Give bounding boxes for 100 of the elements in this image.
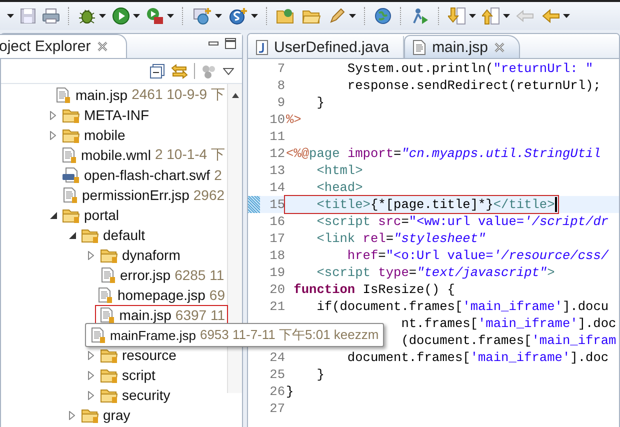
code-line: <html>: [316, 163, 363, 178]
folder-icon[interactable]: [302, 8, 322, 24]
code-line: }: [316, 367, 324, 382]
line-number: 27: [268, 401, 286, 416]
view-menu-icon[interactable]: [223, 68, 234, 74]
line-number: 19: [268, 265, 286, 280]
line-number: 18: [268, 248, 286, 263]
tree-item[interactable]: main.jsp 6397 11: [96, 306, 227, 324]
dropdown-caret-icon[interactable]: [167, 14, 174, 18]
code-line: href="<o:Url value='/resource/css/: [346, 248, 609, 263]
code-line: <script src="<ww:url value='/script/dr: [316, 214, 609, 229]
run-toolbox-icon[interactable]: [146, 7, 164, 25]
code-line: (document.frames['main_ifram: [401, 333, 616, 348]
code-line: <script type="text/javascript">: [316, 265, 555, 280]
tree-item[interactable]: homepage.jsp 69: [94, 286, 227, 304]
collapse-all-icon[interactable]: [150, 64, 165, 78]
tree-item[interactable]: error.jsp 6285 11: [97, 266, 226, 284]
dropdown-caret-icon[interactable]: [503, 14, 510, 18]
line-number: 8: [276, 78, 286, 93]
folder-icon: [62, 208, 80, 222]
line-number: 25: [268, 367, 286, 382]
java-file-icon: [256, 40, 268, 54]
flash-file-icon: [62, 167, 80, 183]
expanded-arrow-icon[interactable]: [50, 212, 56, 218]
file-icon: [99, 307, 116, 323]
dropdown-caret-icon[interactable]: [251, 14, 258, 18]
close-icon[interactable]: [494, 42, 505, 52]
collapsed-arrow-icon[interactable]: [50, 110, 56, 120]
dropdown-caret-icon[interactable]: [215, 14, 222, 18]
file-icon: [90, 327, 106, 343]
tree-item[interactable]: permissionErr.jsp 2962: [59, 186, 227, 204]
code-line: response.sendRedirect(returnUrl);: [346, 78, 601, 93]
tree-item[interactable]: mobile: [59, 126, 128, 144]
code-line: <head>: [316, 180, 363, 195]
editor-tab[interactable]: UserDefined.java: [248, 36, 404, 58]
line-number: 11: [268, 129, 286, 144]
scroll-up-icon[interactable]: [232, 93, 238, 98]
tree-item[interactable]: script: [97, 366, 158, 384]
tree-item[interactable]: open-flash-chart.swf 2: [59, 166, 224, 184]
collapsed-arrow-icon[interactable]: [50, 130, 56, 140]
code-line: <%@page import="cn.myapps.util.StringUtil: [286, 146, 601, 161]
maximize-icon[interactable]: [225, 38, 236, 48]
expanded-arrow-icon[interactable]: [68, 232, 76, 238]
file-icon: [97, 287, 114, 303]
code-line: System.out.println("returnUrl: ": [346, 61, 594, 76]
code-line: }: [286, 384, 294, 399]
link-arrows-icon[interactable]: [171, 64, 188, 78]
line-number: 10: [268, 112, 286, 127]
s-circle-icon[interactable]: [228, 7, 248, 25]
tree-item[interactable]: mobile.wml 2 10-1-4 下: [58, 145, 227, 165]
line-number: 16: [268, 214, 286, 229]
folder-icon: [62, 108, 80, 122]
pen-icon[interactable]: [328, 7, 346, 25]
file-icon: [55, 87, 72, 103]
collapsed-arrow-icon[interactable]: [88, 370, 94, 380]
folder-icon: [100, 388, 118, 402]
print-icon[interactable]: [42, 8, 60, 24]
editor-tab[interactable]: main.jsp: [404, 35, 520, 58]
tree-item[interactable]: default: [78, 226, 148, 244]
tree-item[interactable]: META-INF: [59, 106, 152, 124]
line-number: 7: [276, 61, 286, 76]
globe-icon[interactable]: [374, 7, 392, 25]
folder-icon: [100, 348, 118, 362]
code-line: document.frames['main_iframe'].doc: [346, 350, 609, 365]
file-icon: [60, 147, 77, 163]
tree-item[interactable]: resource: [97, 346, 178, 364]
code-line: if(document.frames['main_iframe'].docu: [316, 299, 609, 314]
collapsed-arrow-icon[interactable]: [69, 410, 75, 420]
collapsed-arrow-icon[interactable]: [88, 350, 94, 360]
run-icon[interactable]: [112, 7, 130, 25]
open-folder-icon[interactable]: [276, 8, 296, 24]
save-icon[interactable]: [20, 8, 36, 24]
collapsed-arrow-icon[interactable]: [88, 390, 94, 400]
line-number: 9: [276, 95, 286, 110]
dots-icon[interactable]: [201, 64, 217, 78]
close-icon[interactable]: [96, 41, 108, 52]
dropdown-caret-icon[interactable]: [133, 14, 140, 18]
tree-item[interactable]: main.jsp 2461 10-9-9 下: [52, 85, 227, 105]
change-marker: [248, 196, 260, 213]
line-number: 12: [268, 146, 286, 161]
tree-item[interactable]: gray: [78, 406, 132, 424]
bug-icon[interactable]: [78, 7, 96, 25]
dropdown-caret-icon[interactable]: [349, 14, 356, 18]
tree-item[interactable]: portal: [59, 206, 122, 224]
line-number: 20: [268, 282, 286, 297]
person-run-icon[interactable]: [410, 7, 430, 25]
line-number: 15: [268, 197, 286, 212]
code-line: nt.frames['main_iframe'].doc: [401, 316, 616, 331]
dropdown-caret-icon[interactable]: [563, 14, 570, 18]
code-line: }: [316, 95, 324, 110]
tree-item[interactable]: security: [97, 386, 172, 404]
code-line: function IsResize() {: [292, 282, 455, 297]
tree-item[interactable]: dynaform: [97, 246, 182, 264]
collapsed-arrow-icon[interactable]: [88, 250, 94, 260]
code-line: <title>{*[page.title]*}</title>: [286, 197, 557, 212]
view-tab[interactable]: oject Explorer: [0, 34, 127, 58]
dropdown-caret-icon[interactable]: [7, 14, 14, 18]
dropdown-caret-icon[interactable]: [469, 14, 476, 18]
file-icon: [100, 267, 116, 283]
dropdown-caret-icon[interactable]: [99, 14, 106, 18]
